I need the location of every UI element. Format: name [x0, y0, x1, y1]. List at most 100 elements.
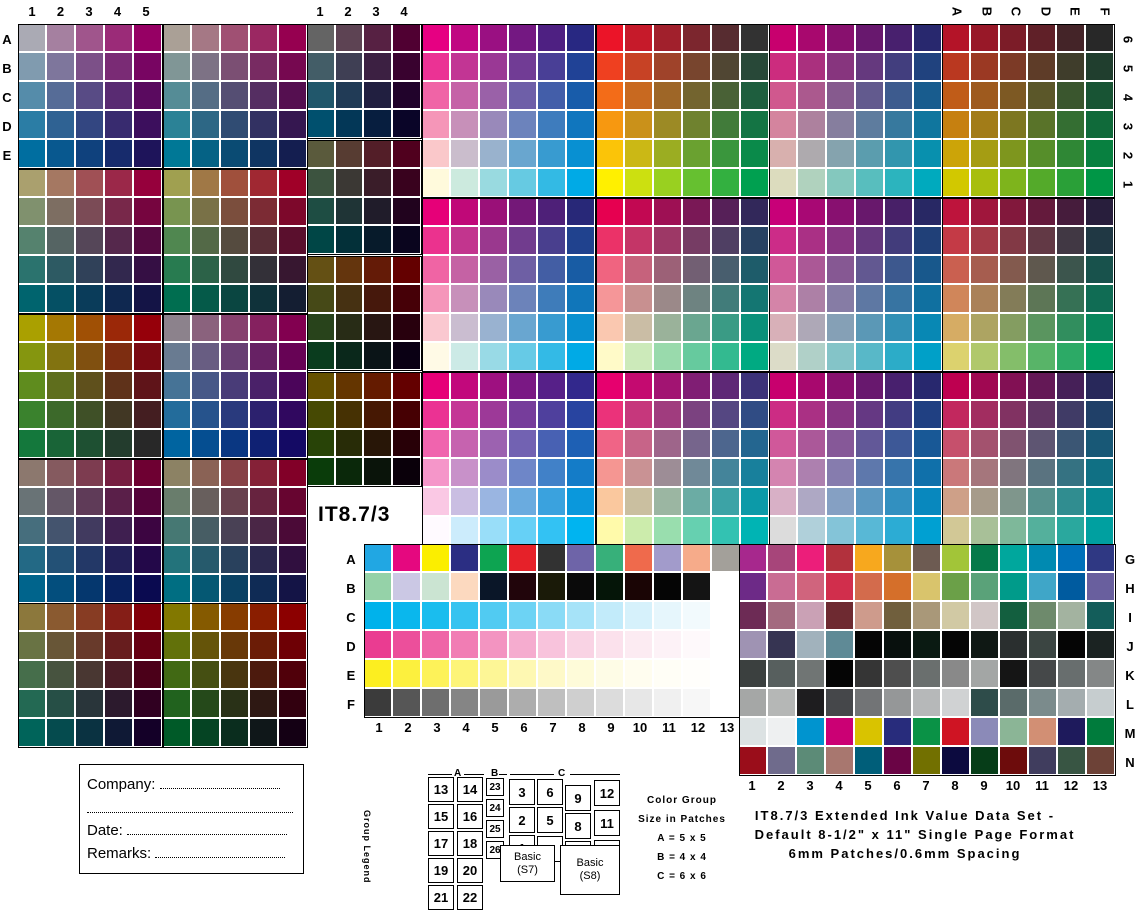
- color-patch: [712, 24, 741, 53]
- color-patch: [914, 430, 943, 459]
- basic-patch: [654, 544, 683, 573]
- color-patch: [335, 284, 365, 314]
- color-patch: [279, 690, 308, 719]
- color-patch: [914, 488, 943, 517]
- color-patch: [625, 140, 654, 169]
- color-patch: [134, 111, 163, 140]
- color-patch: [769, 111, 798, 140]
- color-patch: [480, 227, 509, 256]
- legend-group-box: 23: [486, 778, 504, 796]
- color-patch: [105, 546, 134, 575]
- extended-patch: [797, 573, 826, 602]
- color-patch: [567, 24, 596, 53]
- color-patch: [250, 82, 279, 111]
- extended-col-label: 7: [922, 778, 930, 793]
- basic-patch: [625, 602, 654, 631]
- basic-patch: [538, 544, 567, 573]
- basic-patch: [538, 573, 567, 602]
- color-patch: [221, 256, 250, 285]
- extended-patch: [797, 544, 826, 573]
- color-patch: [856, 401, 885, 430]
- basic-patch: [596, 602, 625, 631]
- color-patch: [192, 198, 221, 227]
- color-patch: [47, 343, 76, 372]
- extended-patch: [855, 660, 884, 689]
- extended-patch: [855, 602, 884, 631]
- color-patch: [279, 343, 308, 372]
- color-patch: [538, 169, 567, 198]
- basic-patch: [422, 602, 451, 631]
- color-patch: [279, 488, 308, 517]
- date-field[interactable]: Date:: [87, 822, 288, 839]
- color-patch: [509, 430, 538, 459]
- color-patch: [741, 459, 770, 488]
- basic-patch: [509, 602, 538, 631]
- top-mid-col-label: 4: [400, 4, 408, 19]
- remarks-label: Remarks:: [87, 845, 152, 862]
- extended-patch: [826, 544, 855, 573]
- color-patch: [335, 81, 365, 111]
- color-patch: [422, 372, 451, 401]
- color-patch: [914, 372, 943, 401]
- basic-patch: [422, 544, 451, 573]
- color-patch: [105, 575, 134, 604]
- color-patch: [422, 285, 451, 314]
- extended-col-label: 1: [748, 778, 756, 793]
- color-patch: [451, 488, 480, 517]
- remarks-field[interactable]: Remarks:: [87, 845, 286, 862]
- company-field[interactable]: Company:: [87, 776, 280, 793]
- color-patch: [307, 429, 336, 459]
- color-patch: [364, 52, 394, 82]
- bottom-right-row-label: H: [1125, 581, 1135, 596]
- color-patch: [1057, 314, 1086, 343]
- color-patch: [76, 169, 105, 198]
- color-patch: [970, 285, 1000, 314]
- company-field-2[interactable]: [87, 800, 293, 817]
- color-patch: [18, 111, 47, 140]
- color-patch: [480, 285, 509, 314]
- color-patch: [567, 430, 596, 459]
- color-patch: [538, 82, 567, 111]
- color-patch: [654, 488, 683, 517]
- color-patch: [250, 53, 279, 82]
- extended-patch: [971, 747, 1000, 776]
- color-patch: [163, 661, 192, 690]
- color-patch: [364, 429, 394, 459]
- legend-group-box: 19: [428, 858, 454, 883]
- color-patch: [885, 517, 914, 546]
- color-patch: [192, 372, 221, 401]
- basic-patch: [538, 660, 567, 689]
- color-patch: [798, 140, 827, 169]
- basic-patch: [509, 544, 538, 573]
- color-patch: [741, 256, 770, 285]
- color-patch: [250, 517, 279, 546]
- color-patch: [769, 169, 798, 198]
- color-patch: [192, 603, 221, 632]
- color-patch: [970, 488, 1000, 517]
- legend-group-box: 9: [565, 785, 591, 811]
- extended-patch: [1029, 660, 1058, 689]
- left-row-label: D: [2, 119, 12, 134]
- color-patch: [625, 227, 654, 256]
- color-patch: [509, 401, 538, 430]
- color-patch: [1086, 82, 1115, 111]
- extended-patch: [942, 544, 971, 573]
- color-patch: [769, 227, 798, 256]
- top-right-col-label: E: [1067, 7, 1083, 16]
- basic-patch: [567, 631, 596, 660]
- color-patch: [970, 459, 1000, 488]
- color-patch: [364, 140, 394, 169]
- bottom-left-row-label: E: [346, 668, 356, 683]
- date-label: Date:: [87, 822, 123, 839]
- color-patch: [567, 53, 596, 82]
- it87-target-chart: 123451234ABCDEFABCDE654321ABCDEFGHIJKLMN…: [0, 0, 1141, 910]
- color-patch: [942, 343, 971, 372]
- color-patch: [596, 459, 625, 488]
- color-patch: [192, 111, 221, 140]
- color-patch: [279, 430, 308, 459]
- color-patch: [422, 256, 451, 285]
- color-patch: [567, 140, 596, 169]
- basic-patch: [364, 689, 393, 718]
- bottom-right-row-label: M: [1124, 726, 1136, 741]
- basic-patch: [538, 631, 567, 660]
